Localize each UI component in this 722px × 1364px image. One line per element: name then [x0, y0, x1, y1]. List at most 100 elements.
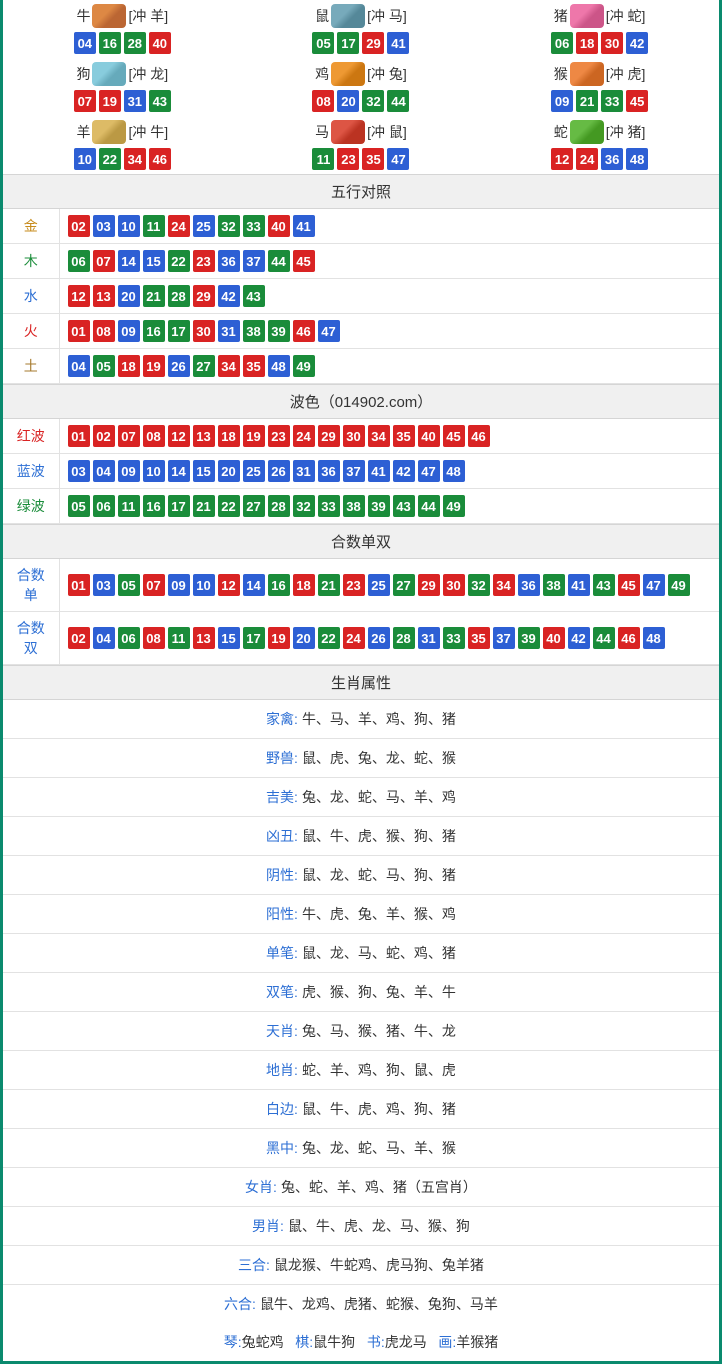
attr-value: 鼠、牛、虎、龙、马、猴、狗	[288, 1218, 470, 1234]
seed-value: 虎龙马	[385, 1334, 427, 1350]
seed-label: 画:	[438, 1334, 456, 1350]
attr-label: 阴性:	[266, 867, 298, 883]
attr-value: 鼠、龙、马、蛇、鸡、猪	[302, 945, 456, 961]
number-chip: 18	[118, 355, 140, 377]
number-chip: 17	[168, 320, 190, 342]
number-chip: 01	[68, 320, 90, 342]
number-chip: 41	[387, 32, 409, 54]
number-chip: 30	[601, 32, 623, 54]
number-chip: 26	[268, 460, 290, 482]
table-row: 蓝波03040910141520252631363741424748	[3, 454, 719, 489]
number-chip: 26	[168, 355, 190, 377]
seed-label: 书:	[367, 1334, 385, 1350]
number-chip: 09	[551, 90, 573, 112]
number-chip: 23	[193, 250, 215, 272]
row-label: 蓝波	[3, 454, 59, 489]
number-chip: 11	[143, 215, 165, 237]
ox-icon	[92, 4, 126, 28]
number-chip: 29	[318, 425, 340, 447]
number-chip: 13	[93, 285, 115, 307]
attr-label: 黑中:	[266, 1140, 298, 1156]
number-chip: 31	[124, 90, 146, 112]
number-chip: 47	[643, 574, 665, 596]
number-chip: 43	[393, 495, 415, 517]
number-chip: 05	[93, 355, 115, 377]
zodiac-chong: [冲 虎]	[606, 64, 646, 84]
pig-icon	[570, 4, 604, 28]
row-label: 合数单	[3, 559, 59, 612]
number-chip: 44	[387, 90, 409, 112]
row-label: 金	[3, 209, 59, 244]
number-chip: 12	[551, 148, 573, 170]
number-chip: 01	[68, 574, 90, 596]
zodiac-nums: 11233547	[242, 148, 481, 170]
number-chip: 18	[218, 425, 240, 447]
number-chip: 12	[168, 425, 190, 447]
attr-value: 鼠、虎、兔、龙、蛇、猴	[302, 750, 456, 766]
number-chip: 30	[193, 320, 215, 342]
number-chip: 41	[368, 460, 390, 482]
number-chip: 47	[318, 320, 340, 342]
zodiac-name: 猪	[554, 6, 568, 26]
number-chip: 23	[343, 574, 365, 596]
zodiac-cell: 蛇[冲 猪]12243648	[480, 116, 719, 174]
number-chip: 38	[543, 574, 565, 596]
shengxiao-header: 生肖属性	[3, 665, 719, 700]
number-chip: 48	[268, 355, 290, 377]
row-nums: 0102070812131819232429303435404546	[59, 419, 719, 454]
number-chip: 49	[293, 355, 315, 377]
zodiac-name: 马	[315, 122, 329, 142]
number-chip: 19	[99, 90, 121, 112]
number-chip: 20	[293, 627, 315, 649]
attr-row: 三合:鼠龙猴、牛蛇鸡、虎马狗、兔羊猪	[3, 1246, 719, 1285]
attr-row: 阴性:鼠、龙、蛇、马、狗、猪	[3, 856, 719, 895]
number-chip: 28	[168, 285, 190, 307]
number-chip: 48	[643, 627, 665, 649]
zodiac-cell: 马[冲 鼠]11233547	[242, 116, 481, 174]
number-chip: 05	[312, 32, 334, 54]
table-row: 红波0102070812131819232429303435404546	[3, 419, 719, 454]
attr-label: 吉美:	[266, 789, 298, 805]
number-chip: 13	[193, 627, 215, 649]
number-chip: 11	[168, 627, 190, 649]
number-chip: 22	[318, 627, 340, 649]
number-chip: 33	[318, 495, 340, 517]
number-chip: 09	[168, 574, 190, 596]
table-row: 合数双0204060811131517192022242628313335373…	[3, 612, 719, 665]
attr-value: 鼠、龙、蛇、马、狗、猪	[302, 867, 456, 883]
zodiac-chong: [冲 兔]	[367, 64, 407, 84]
snake-icon	[570, 120, 604, 144]
attr-row: 女肖:兔、蛇、羊、鸡、猪（五宫肖）	[3, 1168, 719, 1207]
attr-value: 鼠牛、龙鸡、虎猪、蛇猴、兔狗、马羊	[260, 1296, 498, 1312]
number-chip: 33	[443, 627, 465, 649]
number-chip: 29	[362, 32, 384, 54]
number-chip: 24	[343, 627, 365, 649]
attr-row: 男肖:鼠、牛、虎、龙、马、猴、狗	[3, 1207, 719, 1246]
number-chip: 29	[193, 285, 215, 307]
number-chip: 30	[443, 574, 465, 596]
attr-label: 白边:	[266, 1101, 298, 1117]
number-chip: 22	[218, 495, 240, 517]
number-chip: 37	[343, 460, 365, 482]
number-chip: 27	[393, 574, 415, 596]
number-chip: 10	[74, 148, 96, 170]
seed-label: 琴:	[224, 1334, 242, 1350]
number-chip: 37	[493, 627, 515, 649]
attr-value: 鼠、牛、虎、猴、狗、猪	[302, 828, 456, 844]
attr-value: 牛、马、羊、鸡、狗、猪	[302, 711, 456, 727]
zodiac-cell: 猪[冲 蛇]06183042	[480, 0, 719, 58]
zodiac-nums: 05172941	[242, 32, 481, 54]
zodiac-nums: 12243648	[480, 148, 719, 170]
number-chip: 39	[518, 627, 540, 649]
number-chip: 02	[93, 425, 115, 447]
table-row: 火0108091617303138394647	[3, 314, 719, 349]
number-chip: 21	[193, 495, 215, 517]
seed-value: 兔蛇鸡	[242, 1334, 284, 1350]
number-chip: 29	[418, 574, 440, 596]
number-chip: 42	[568, 627, 590, 649]
attr-row: 家禽:牛、马、羊、鸡、狗、猪	[3, 700, 719, 739]
number-chip: 43	[243, 285, 265, 307]
number-chip: 01	[68, 425, 90, 447]
row-label: 土	[3, 349, 59, 384]
number-chip: 25	[243, 460, 265, 482]
